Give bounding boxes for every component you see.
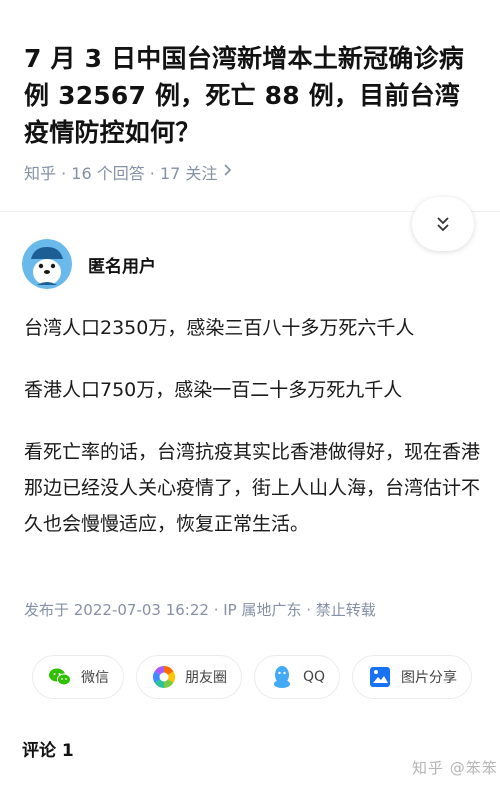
answer-paragraph: 看死亡率的话，台湾抗疫其实比香港做得好，现在香港那边已经没人关心疫情了，街上人山… — [24, 441, 481, 535]
question-meta[interactable]: 知乎 · 16 个回答 · 17 关注 — [24, 160, 232, 184]
question-meta-text: 知乎 · 16 个回答 · 17 关注 — [24, 164, 218, 183]
qq-icon — [269, 664, 295, 690]
chevron-right-icon — [223, 163, 232, 181]
answer-paragraph: 香港人口750万，感染一百二十多万死九千人 — [24, 379, 403, 401]
share-qq-button[interactable]: QQ — [253, 655, 341, 699]
avatar[interactable] — [22, 239, 72, 289]
share-moments-label: 朋友圈 — [184, 670, 227, 686]
watermark: 知乎 @笨笨 — [412, 759, 498, 777]
image-share-icon — [367, 664, 393, 690]
share-qq-label: QQ — [302, 669, 326, 685]
share-wechat-label: 微信 — [81, 670, 109, 686]
moments-icon — [151, 664, 177, 690]
expand-button[interactable] — [412, 197, 474, 251]
answer-paragraph: 台湾人口2350万，感染三百八十多万死六千人 — [24, 317, 415, 339]
answer-content: 台湾人口2350万，感染三百八十多万死六千人 香港人口750万，感染一百二十多万… — [24, 310, 480, 542]
double-chevron-down-icon — [437, 217, 449, 232]
share-wechat-button[interactable]: 微信 — [32, 655, 124, 699]
question-title: 7 月 3 日中国台湾新增本土新冠确诊病例 32567 例，死亡 88 例，目前… — [24, 44, 464, 147]
share-image-button[interactable]: 图片分享 — [352, 655, 472, 699]
share-row: 微信 朋友圈 QQ 图片分享 — [32, 655, 472, 699]
comments-title[interactable]: 评论 1 — [22, 736, 74, 761]
answer-footer-meta: 发布于 2022-07-03 16:22 · IP 属地广东 · 禁止转载 — [24, 601, 376, 619]
author-info[interactable]: 匿名用户 — [22, 239, 156, 289]
author-name[interactable]: 匿名用户 — [88, 252, 156, 277]
share-image-label: 图片分享 — [401, 670, 457, 686]
wechat-icon — [47, 664, 73, 690]
share-moments-button[interactable]: 朋友圈 — [135, 655, 242, 699]
